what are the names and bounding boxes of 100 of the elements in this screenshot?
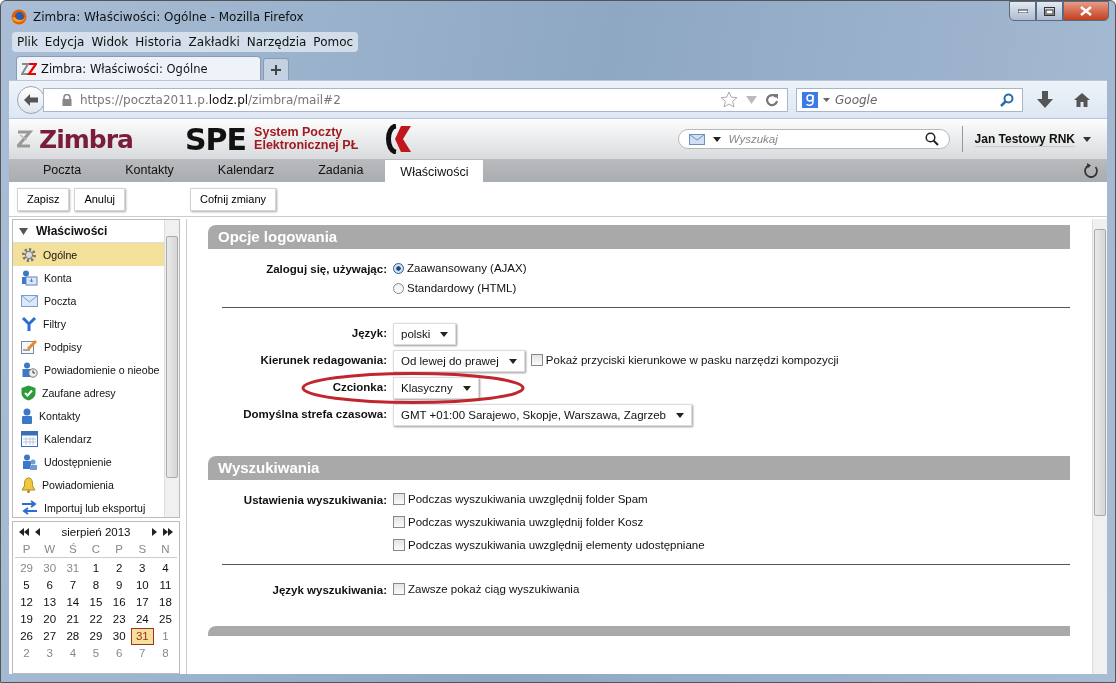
left-arrow-icon[interactable] — [35, 528, 40, 536]
menu-item[interactable]: Narzędzia — [246, 35, 307, 49]
reload-icon[interactable] — [765, 92, 779, 107]
calendar-day[interactable]: 29 — [84, 629, 108, 644]
calendar-day[interactable]: 15 — [84, 595, 108, 610]
menu-item[interactable]: Historia — [135, 35, 182, 49]
sidebar-item[interactable]: Poczta — [13, 289, 164, 312]
calendar-day[interactable]: 6 — [107, 646, 131, 661]
dropdown[interactable]: polski — [393, 323, 457, 345]
sidebar-item[interactable]: Kontakty — [13, 404, 164, 427]
calendar-day[interactable]: 13 — [38, 595, 62, 610]
sidebar-item[interactable]: Filtry — [13, 312, 164, 335]
calendar-day[interactable]: 4 — [61, 646, 85, 661]
scrollbar[interactable] — [164, 220, 179, 517]
checkbox[interactable] — [393, 583, 405, 595]
calendar-day[interactable]: 31 — [130, 628, 154, 645]
app-tab[interactable]: Właściwości — [385, 160, 484, 182]
sidebar-item[interactable]: Zaufane adresy — [13, 381, 164, 404]
double-left-arrow-icon[interactable] — [19, 528, 29, 536]
app-tab[interactable]: Kontakty — [103, 160, 196, 182]
double-right-arrow-icon[interactable] — [163, 528, 173, 536]
dropdown[interactable]: GMT +01:00 Sarajewo, Skopje, Warszawa, Zagrzeb — [393, 404, 692, 426]
checkbox[interactable] — [530, 354, 543, 366]
calendar-day[interactable]: 16 — [107, 595, 131, 610]
app-tab[interactable]: Zadania — [296, 160, 386, 182]
app-tab[interactable]: Poczta — [21, 160, 104, 182]
menu-item[interactable]: Plik — [17, 35, 38, 49]
calendar-day[interactable]: 17 — [130, 595, 154, 610]
radio-button[interactable] — [393, 262, 404, 274]
menu-item[interactable]: Edycja — [44, 35, 85, 49]
search-icon[interactable] — [924, 132, 939, 146]
right-arrow-icon[interactable] — [152, 528, 157, 536]
calendar-day[interactable]: 30 — [38, 561, 62, 576]
dropdown-icon[interactable] — [712, 136, 721, 142]
calendar-day[interactable]: 7 — [130, 646, 154, 661]
menu-item[interactable]: Zakładki — [188, 35, 240, 49]
dropdown[interactable]: Klasyczny — [393, 377, 479, 399]
caret-icon[interactable] — [1083, 136, 1091, 142]
mail-search-field[interactable]: Wyszukaj — [677, 129, 950, 149]
sidebar-item[interactable]: Podpisy — [13, 335, 164, 358]
calendar-day[interactable]: 22 — [84, 612, 108, 627]
back-button[interactable] — [17, 85, 45, 114]
checkbox[interactable] — [393, 493, 405, 505]
calendar-day[interactable]: 27 — [38, 629, 62, 644]
close-button[interactable] — [1063, 1, 1109, 21]
calendar-day[interactable]: 25 — [153, 612, 177, 627]
home-icon[interactable] — [1073, 91, 1091, 108]
calendar-day[interactable]: 11 — [153, 578, 177, 593]
calendar-day[interactable]: 3 — [38, 646, 62, 661]
sidebar-item[interactable]: Importuj lub eksportuj — [13, 496, 164, 517]
checkbox[interactable] — [393, 539, 405, 551]
calendar-day[interactable]: 6 — [38, 578, 62, 593]
sidebar-item[interactable]: Ogólne — [13, 243, 164, 266]
refresh-icon[interactable] — [1083, 162, 1099, 179]
calendar-day[interactable]: 2 — [107, 561, 131, 576]
sidebar-item[interactable]: Powiadomienia — [13, 473, 164, 496]
calendar-day[interactable]: 8 — [84, 578, 108, 593]
scrollbar[interactable] — [1092, 219, 1107, 674]
calendar-day[interactable]: 23 — [107, 612, 131, 627]
calendar-day[interactable]: 20 — [38, 612, 62, 627]
calendar-day[interactable]: 9 — [107, 578, 131, 593]
radio-button[interactable] — [393, 282, 404, 294]
menu-item[interactable]: Pomoc — [313, 35, 354, 49]
calendar-day[interactable]: 1 — [153, 629, 177, 644]
calendar-day[interactable]: 5 — [84, 646, 108, 661]
sidebar-item[interactable]: Udostępnienie — [13, 450, 164, 473]
calendar-day[interactable]: 31 — [61, 561, 85, 576]
browser-tab[interactable]: Zimbra: Właściwości: Ogólne — [16, 56, 261, 80]
calendar-day[interactable]: 24 — [130, 612, 154, 627]
dropdown[interactable]: Od lewej do prawej — [393, 350, 525, 372]
toolbar-button[interactable]: Anuluj — [74, 187, 125, 211]
sidebar-item[interactable]: Powiadomienie o nieobe — [13, 358, 164, 381]
calendar-day[interactable]: 19 — [15, 612, 39, 627]
star-icon[interactable] — [720, 91, 738, 108]
toolbar-button[interactable]: Cofnij zmiany — [190, 187, 276, 211]
app-tab[interactable]: Kalendarz — [195, 160, 297, 182]
calendar-day[interactable]: 4 — [153, 561, 177, 576]
calendar-day[interactable]: 8 — [153, 646, 177, 661]
calendar-day[interactable]: 18 — [153, 595, 177, 610]
download-icon[interactable] — [1037, 90, 1053, 109]
calendar-day[interactable]: 2 — [15, 646, 39, 661]
sidebar-item[interactable]: Kalendarz — [13, 427, 164, 450]
calendar-day[interactable]: 12 — [15, 595, 39, 610]
calendar-day[interactable]: 7 — [61, 578, 85, 593]
sidebar-item[interactable]: Konta — [13, 266, 164, 289]
calendar-day[interactable]: 10 — [130, 578, 154, 593]
calendar-day[interactable]: 30 — [107, 629, 131, 644]
checkbox[interactable] — [393, 516, 405, 528]
calendar-day[interactable]: 14 — [61, 595, 85, 610]
menu-item[interactable]: Widok — [91, 35, 129, 49]
address-field[interactable]: https://poczta2011.p.lodz.pl/zimbra/mail#2 — [43, 87, 788, 112]
calendar-day[interactable]: 29 — [15, 561, 39, 576]
user-menu[interactable]: Jan Testowy RNK — [974, 131, 1075, 147]
calendar-day[interactable]: 3 — [130, 561, 154, 576]
minimize-button[interactable] — [1009, 1, 1036, 21]
toolbar-button[interactable]: Zapisz — [17, 187, 70, 211]
expanded-triangle-icon[interactable] — [19, 226, 28, 236]
calendar-day[interactable]: 21 — [61, 612, 85, 627]
calendar-day[interactable]: 28 — [61, 629, 85, 644]
new-tab-button[interactable] — [263, 58, 289, 80]
